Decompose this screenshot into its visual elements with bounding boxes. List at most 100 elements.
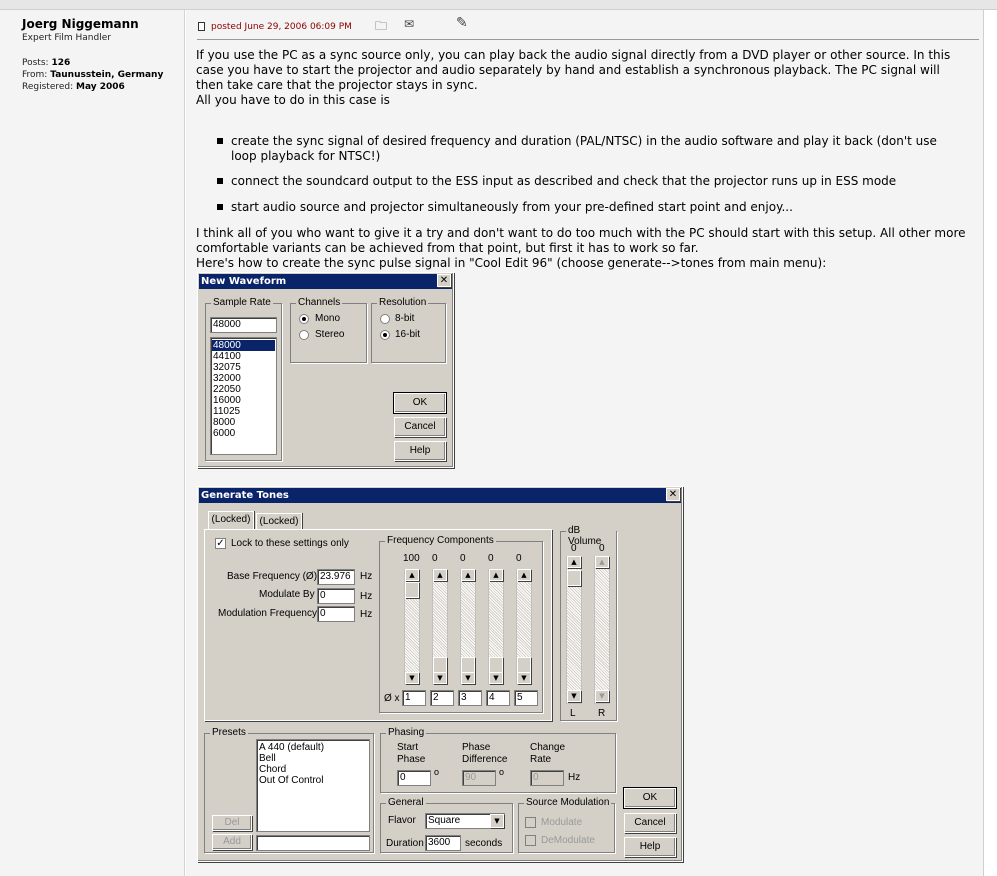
list-item[interactable]: Bell	[259, 753, 276, 764]
fc-multiplier-input[interactable]: 3	[458, 690, 482, 706]
demodulate-label: DeModulate	[541, 835, 595, 846]
chevron-down-icon[interactable]: ▼	[595, 690, 609, 702]
list-item[interactable]: A 440 (default)	[259, 742, 324, 753]
user-from: From: Taunusstein, Germany	[22, 70, 164, 80]
start-phase-input[interactable]: 0	[397, 770, 431, 786]
change-rate-input[interactable]: 0	[530, 770, 564, 786]
list-item[interactable]: 6000	[213, 428, 235, 439]
slider-thumb[interactable]	[517, 657, 531, 673]
presets-list[interactable]: A 440 (default) Bell Chord Out Of Contro…	[256, 739, 370, 832]
chevron-up-icon[interactable]: ▲	[405, 569, 419, 581]
chevron-up-icon[interactable]: ▲	[595, 556, 609, 568]
preset-name-input[interactable]	[256, 835, 370, 851]
cancel-button[interactable]: Cancel	[394, 417, 446, 437]
slider-thumb[interactable]	[567, 570, 581, 586]
post-paragraph-4: Here's how to create the sync pulse sign…	[196, 256, 827, 270]
chevron-up-icon[interactable]: ▲	[517, 569, 531, 581]
list-item[interactable]: 16000	[213, 395, 241, 406]
duration-label: Duration	[386, 838, 424, 849]
db-left-value: 0	[571, 543, 577, 554]
hz-label: Hz	[360, 591, 373, 602]
close-icon[interactable]: ✕	[666, 488, 680, 501]
chevron-down-icon[interactable]: ▼	[517, 672, 531, 684]
16bit-label: 16-bit	[395, 329, 421, 340]
8bit-radio[interactable]	[380, 314, 390, 324]
phase-difference-label-2: Difference	[462, 754, 508, 765]
modulate-by-input[interactable]: 0	[317, 588, 355, 604]
chevron-down-icon[interactable]: ▼	[567, 690, 581, 702]
hz-label: Hz	[568, 772, 581, 783]
right-channel-label: R	[598, 708, 606, 719]
fc-top-value: 0	[460, 553, 466, 564]
duration-input[interactable]: 3600	[425, 835, 461, 851]
base-frequency-input[interactable]: 23.976	[317, 569, 355, 585]
slider-thumb[interactable]	[405, 582, 419, 598]
phase-difference-input[interactable]: 90	[462, 770, 496, 786]
list-item[interactable]: 11025	[213, 406, 240, 417]
cancel-button[interactable]: Cancel	[624, 813, 676, 833]
chevron-up-icon[interactable]: ▲	[433, 569, 447, 581]
chevron-down-icon[interactable]: ▼	[489, 672, 503, 684]
fc-top-value: 0	[516, 553, 522, 564]
list-item[interactable]: 8000	[213, 417, 235, 428]
stereo-radio[interactable]	[299, 330, 309, 340]
slider-thumb[interactable]	[433, 657, 447, 673]
list-item[interactable]: 32000	[213, 373, 241, 384]
help-button[interactable]: Help	[394, 441, 446, 461]
hz-label: Hz	[360, 609, 373, 620]
chevron-down-icon[interactable]: ▼	[490, 814, 504, 828]
16bit-radio[interactable]	[380, 330, 390, 340]
chevron-up-icon[interactable]: ▲	[489, 569, 503, 581]
generate-tones-dialog: Generate Tones ✕ (Locked) (Locked) ✓ Loc…	[197, 486, 683, 862]
chevron-down-icon[interactable]: ▼	[433, 672, 447, 684]
tab-locked-1[interactable]: (Locked)	[208, 511, 254, 529]
user-registered: Registered: May 2006	[22, 82, 125, 92]
slider-thumb[interactable]	[461, 657, 475, 673]
sample-rate-list[interactable]: 48000 44100 32075 32000 22050 16000 1102…	[210, 337, 277, 455]
demodulate-checkbox[interactable]	[525, 835, 536, 846]
chevron-up-icon[interactable]: ▲	[461, 569, 475, 581]
del-button[interactable]: Del	[212, 815, 252, 831]
chevron-down-icon[interactable]: ▼	[461, 672, 475, 684]
user-name[interactable]: Joerg Niggemann	[22, 17, 139, 31]
ok-button[interactable]: OK	[393, 392, 447, 414]
user-rank: Expert Film Handler	[22, 33, 111, 43]
edit-icon[interactable]: ✎	[456, 15, 468, 31]
list-item[interactable]: 44100	[213, 351, 241, 362]
hz-label: Hz	[360, 571, 373, 582]
db-right-value: 0	[599, 543, 605, 554]
fc-multiplier-input[interactable]: 2	[430, 690, 454, 706]
phase-multiplier-label: Ø x	[384, 693, 400, 704]
modulation-frequency-label: Modulation Frequency	[218, 608, 317, 619]
slider-thumb[interactable]	[489, 657, 503, 673]
list-item[interactable]: 48000	[212, 340, 275, 351]
volume-slider-right[interactable]	[594, 556, 610, 704]
help-button[interactable]: Help	[624, 837, 676, 857]
stereo-label: Stereo	[315, 329, 345, 340]
modulation-frequency-input[interactable]: 0	[317, 606, 355, 622]
list-item[interactable]: 22050	[213, 384, 241, 395]
tab-locked-2[interactable]: (Locked)	[256, 513, 302, 529]
flavor-label: Flavor	[388, 815, 416, 826]
modulate-by-label: Modulate By	[259, 589, 315, 600]
modulate-checkbox[interactable]	[525, 817, 536, 828]
list-item[interactable]: Chord	[259, 764, 286, 775]
fc-multiplier-input[interactable]: 4	[486, 690, 510, 706]
ok-button[interactable]: OK	[623, 787, 677, 809]
start-phase-label: Start	[397, 742, 419, 753]
close-icon[interactable]: ✕	[437, 274, 451, 287]
chevron-down-icon[interactable]: ▼	[405, 672, 419, 684]
chevron-up-icon[interactable]: ▲	[567, 556, 581, 568]
add-button[interactable]: Add	[212, 834, 252, 850]
list-item[interactable]: Out Of Control	[259, 775, 323, 786]
mono-radio[interactable]	[299, 314, 309, 324]
fc-multiplier-input[interactable]: 1	[402, 690, 426, 706]
email-icon[interactable]: ✉	[404, 17, 414, 31]
list-item[interactable]: 32075	[213, 362, 241, 373]
lock-checkbox[interactable]: ✓	[215, 538, 226, 549]
post-paragraph-1: If you use the PC as a sync source only,…	[196, 48, 951, 92]
change-rate-label-2: Rate	[530, 754, 552, 765]
sample-rate-input[interactable]: 48000	[210, 317, 277, 333]
fc-multiplier-input[interactable]: 5	[514, 690, 538, 706]
profile-icon[interactable]: 🗀	[375, 17, 387, 38]
